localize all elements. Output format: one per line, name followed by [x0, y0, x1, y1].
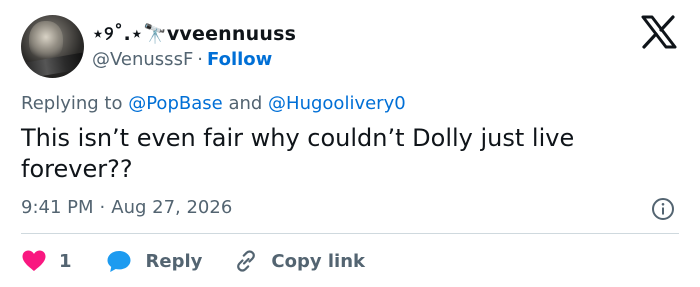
mention-hugoolivery[interactable]: @Hugoolivery0: [268, 93, 406, 114]
tweet-time: 9:41 PM: [21, 197, 94, 218]
reply-label: Reply: [145, 250, 203, 272]
divider: [21, 233, 679, 234]
handle-row: @VenusssF · Follow: [92, 49, 272, 70]
info-icon[interactable]: [651, 197, 675, 221]
replying-to-prefix: Replying to: [21, 93, 123, 114]
timestamp-separator: ·: [99, 197, 106, 218]
display-name[interactable]: ⋆୨˚.⋆🔭vveennuuss: [92, 22, 296, 45]
follow-button[interactable]: Follow: [207, 49, 272, 70]
copy-link-label: Copy link: [271, 250, 365, 272]
like-count: 1: [59, 250, 72, 272]
reply-button[interactable]: Reply: [106, 249, 203, 273]
avatar[interactable]: [21, 15, 84, 78]
tweet-timestamp[interactable]: 9:41 PM · Aug 27, 2026: [21, 197, 232, 218]
user-handle[interactable]: @VenusssF: [92, 49, 193, 70]
replying-to-conjunction: and: [228, 93, 263, 114]
link-icon: [237, 250, 256, 272]
tweet-text: This isn’t even fair why couldn’t Dolly …: [21, 124, 575, 183]
mention-popbase[interactable]: @PopBase: [128, 93, 222, 114]
copy-link-button[interactable]: Copy link: [233, 249, 365, 273]
action-bar: 1 Reply Copy link: [21, 248, 365, 274]
reply-bubble-icon: [107, 251, 131, 272]
separator-dot: ·: [197, 49, 204, 70]
tweet-date: Aug 27, 2026: [111, 197, 233, 218]
x-logo-icon[interactable]: [641, 15, 677, 49]
like-button[interactable]: 1: [21, 249, 72, 273]
heart-icon: [22, 250, 46, 271]
replying-to: Replying to @PopBase and @Hugoolivery0: [21, 93, 406, 114]
